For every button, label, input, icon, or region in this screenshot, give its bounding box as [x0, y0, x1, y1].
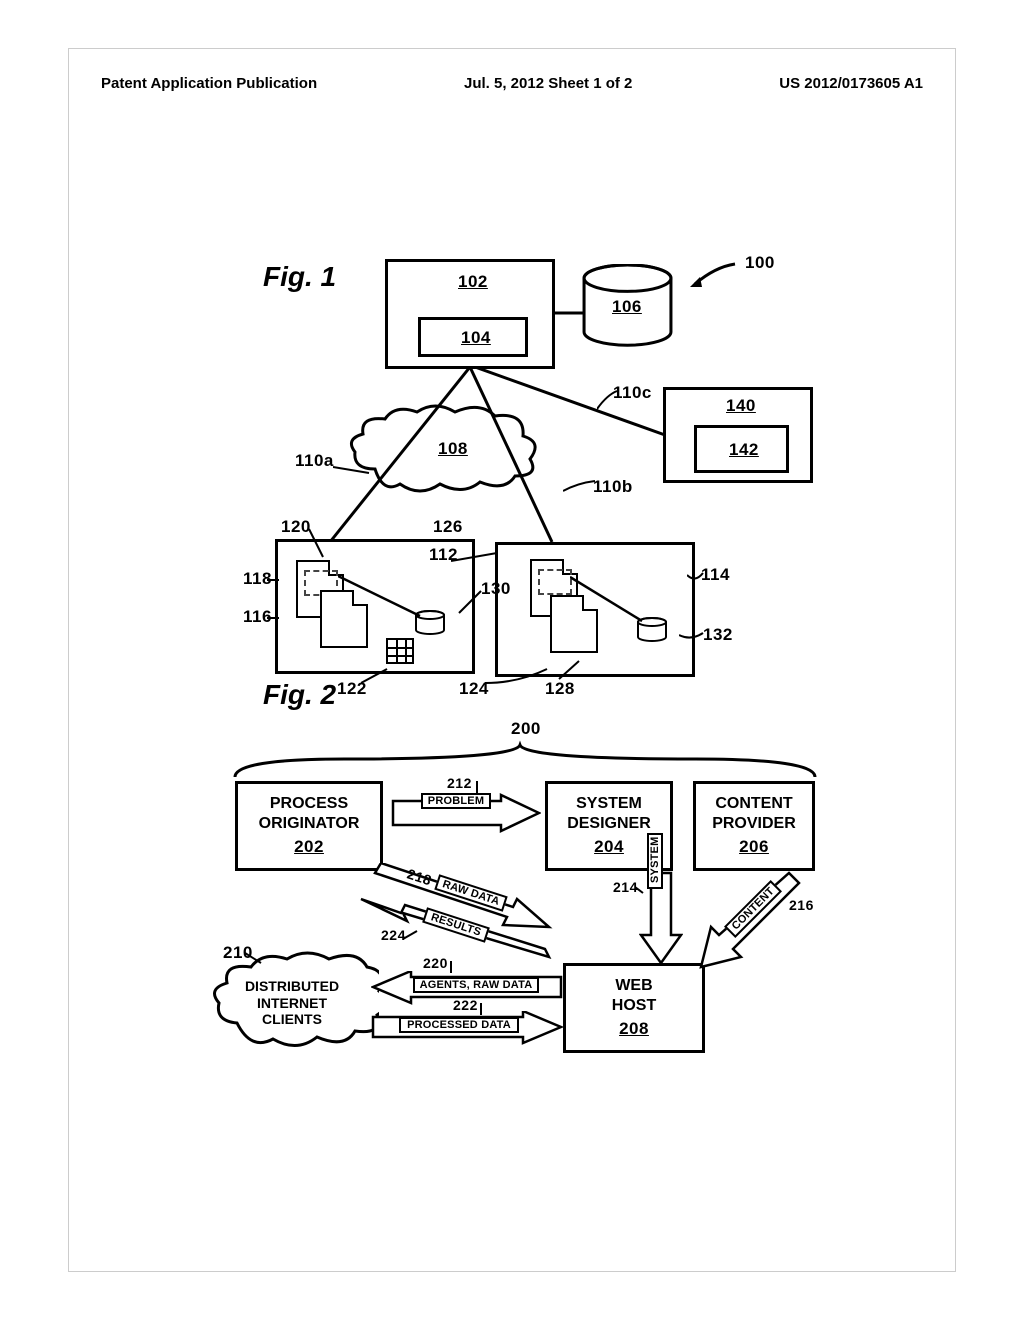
- lead-224: [403, 929, 419, 941]
- web-host-box: WEB HOST 208: [563, 963, 705, 1053]
- process-originator-l2: ORIGINATOR: [238, 814, 380, 834]
- figure-1-title: Fig. 1: [263, 261, 336, 293]
- lead-112: [451, 551, 499, 565]
- client112-internal-line: [338, 570, 428, 630]
- arrow-system-label: SYSTEM: [647, 833, 663, 889]
- header-left: Patent Application Publication: [101, 75, 317, 92]
- ref-110a: 110a: [295, 451, 334, 471]
- client-114: [495, 542, 695, 677]
- ref-220: 220: [423, 955, 448, 971]
- ref-202: 202: [238, 836, 380, 857]
- process-originator-l1: PROCESS: [238, 794, 380, 814]
- cloud-l1: DISTRIBUTED: [245, 978, 339, 995]
- dashed-box-126a: [538, 569, 572, 595]
- ref-216: 216: [789, 897, 814, 913]
- web-host-l2: HOST: [566, 996, 702, 1016]
- brace-200: [225, 739, 825, 781]
- ref-212: 212: [447, 775, 472, 791]
- header-right: US 2012/0173605 A1: [779, 75, 923, 92]
- arrow-agents-label: AGENTS, RAW DATA: [413, 977, 539, 993]
- server-box-102: 102 104: [385, 259, 555, 369]
- ref-126: 126: [433, 517, 463, 537]
- lead-130: [457, 589, 485, 617]
- content-provider-l2: PROVIDER: [696, 814, 812, 834]
- client114-internal-line: [570, 573, 650, 628]
- system-designer-l2: DESIGNER: [548, 814, 670, 834]
- cloud-l3: CLIENTS: [245, 1011, 339, 1028]
- server-inner-104: 104: [418, 317, 528, 357]
- arrow-problem-label: PROBLEM: [421, 793, 491, 809]
- lead-124: [483, 667, 551, 685]
- arrow-processed-label: PROCESSED DATA: [399, 1017, 519, 1033]
- ref-128: 128: [545, 679, 575, 699]
- box-140: 140 142: [663, 387, 813, 483]
- lead-114: [687, 571, 705, 589]
- header-center: Jul. 5, 2012 Sheet 1 of 2: [464, 75, 632, 92]
- ref-102: 102: [458, 272, 488, 292]
- process-originator-box: PROCESS ORIGINATOR 202: [235, 781, 383, 871]
- lead-120: [305, 527, 327, 559]
- ref-208: 208: [566, 1018, 702, 1039]
- web-host-l1: WEB: [566, 976, 702, 996]
- distributed-clients-cloud: DISTRIBUTED INTERNET CLIENTS: [217, 959, 367, 1047]
- lead-110b: [563, 479, 599, 495]
- lead-110c: [597, 389, 621, 413]
- lead-110a: [333, 459, 371, 477]
- ref-140: 140: [726, 396, 756, 416]
- ref-130: 130: [481, 579, 511, 599]
- lead-210: [245, 951, 263, 965]
- lead-128: [557, 659, 581, 681]
- ref-106: 106: [612, 297, 642, 317]
- ref-104: 104: [461, 328, 491, 348]
- diagram-area: Fig. 1 100 102 104 106 108: [185, 249, 825, 1129]
- system-designer-l1: SYSTEM: [548, 794, 670, 814]
- ref-200: 200: [511, 719, 541, 739]
- lead-122: [361, 667, 391, 685]
- lead-118: [267, 577, 281, 583]
- content-provider-l1: CONTENT: [696, 794, 812, 814]
- lead-214: [635, 885, 645, 895]
- grid-icon-122: [386, 638, 414, 664]
- ref-114: 114: [701, 565, 730, 585]
- server-db-link: [553, 309, 585, 317]
- page-frame: Patent Application Publication Jul. 5, 2…: [68, 48, 956, 1272]
- cloud-l2: INTERNET: [245, 995, 339, 1012]
- box-142: 142: [694, 425, 789, 473]
- ref-100-arrow: [690, 259, 750, 289]
- lead-132: [679, 631, 705, 641]
- content-provider-box: CONTENT PROVIDER 206: [693, 781, 815, 871]
- lead-212: [473, 781, 483, 795]
- lead-116: [267, 615, 281, 621]
- ref-142: 142: [729, 440, 759, 460]
- page-header: Patent Application Publication Jul. 5, 2…: [101, 75, 923, 92]
- ref-132: 132: [703, 625, 733, 645]
- lead-222: [477, 1003, 487, 1017]
- figure-2-title: Fig. 2: [263, 679, 336, 711]
- ref-100: 100: [745, 253, 775, 273]
- lead-220: [447, 961, 457, 975]
- ref-222: 222: [453, 997, 478, 1013]
- ref-206: 206: [696, 836, 812, 857]
